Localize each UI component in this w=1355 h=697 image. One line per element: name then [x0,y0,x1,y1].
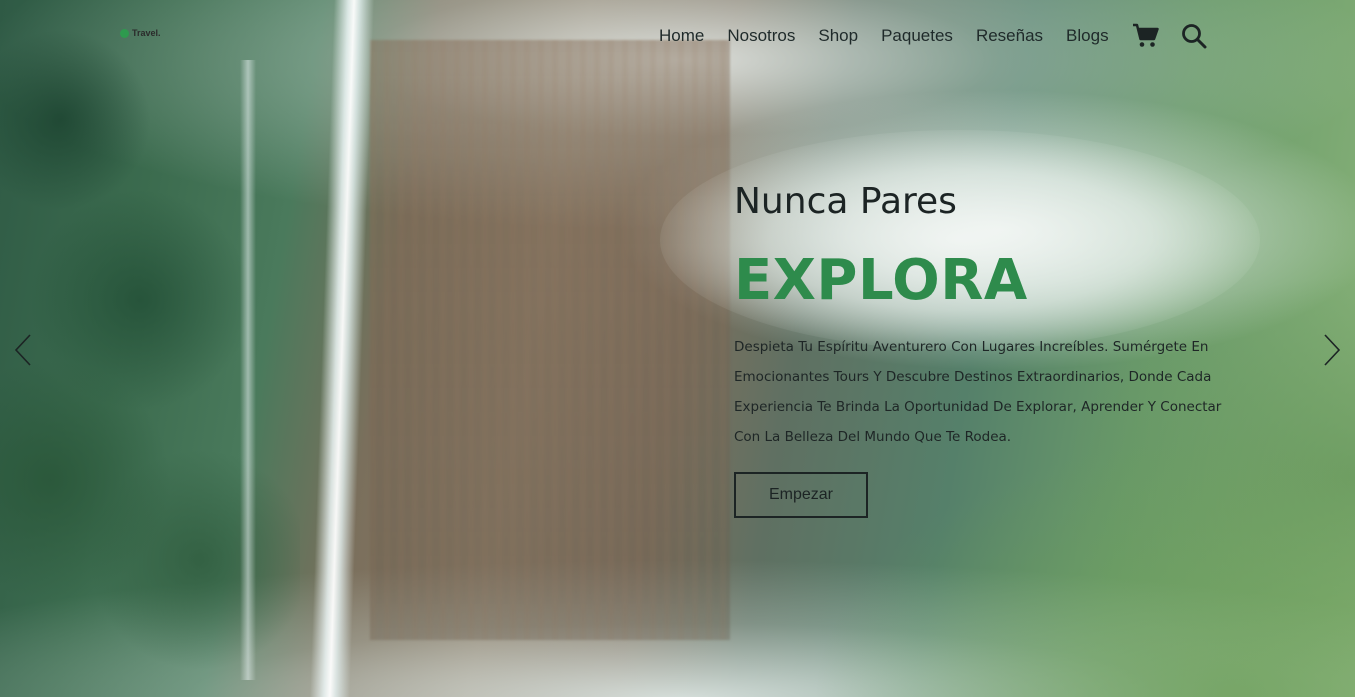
chevron-right-icon [1324,334,1341,366]
chevron-left-icon [14,334,31,366]
next-slide-button[interactable] [1321,333,1343,367]
logo[interactable]: Travel. [120,28,161,38]
main-nav: Home Nosotros Shop Paquetes Reseñas Blog… [659,22,1208,50]
start-button[interactable]: Empezar [734,472,868,518]
hero-content: Nunca Pares EXPLORA Despieta Tu Espíritu… [734,178,1254,518]
waterfall-secondary [240,60,256,680]
logo-text: Travel. [132,28,161,38]
nav-item-shop[interactable]: Shop [818,22,858,50]
hero-description: Despieta Tu Espíritu Aventurero Con Luga… [734,339,1222,445]
nav-item-home[interactable]: Home [659,22,704,50]
nav-item-nosotros[interactable]: Nosotros [727,22,795,50]
cliff-face [370,40,730,640]
shopping-cart-icon[interactable] [1132,22,1160,50]
logo-icon [120,28,129,38]
nav-item-resenas[interactable]: Reseñas [976,22,1043,50]
hero-title: EXPLORA [734,248,1028,313]
hero-slider: Travel. Home Nosotros Shop Paquetes Rese… [0,0,1355,697]
search-icon[interactable] [1180,22,1208,50]
prev-slide-button[interactable] [12,333,34,367]
nav-item-blogs[interactable]: Blogs [1066,22,1109,50]
hero-subtitle: Nunca Pares [734,181,957,222]
nav-item-paquetes[interactable]: Paquetes [881,22,953,50]
